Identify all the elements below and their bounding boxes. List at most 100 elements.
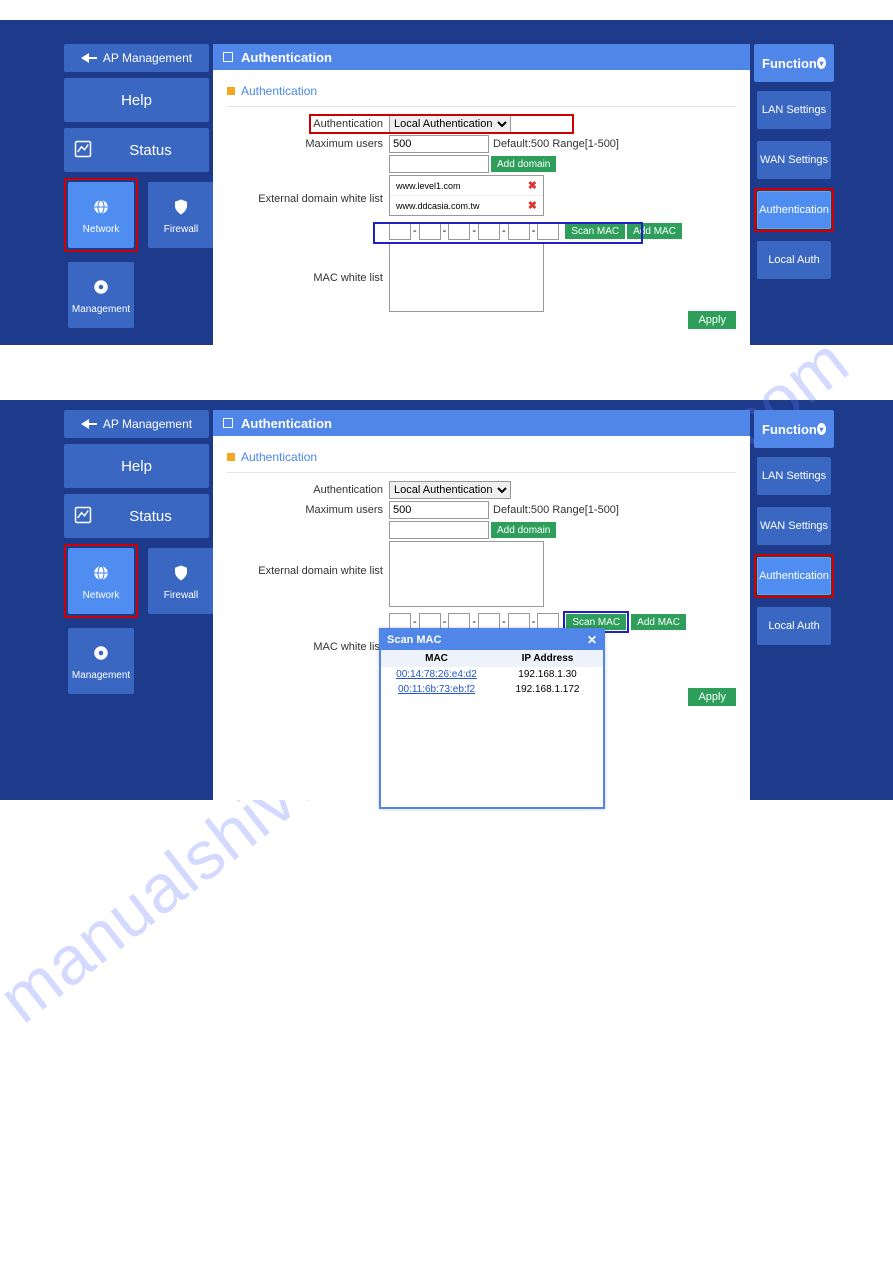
wan-settings-button[interactable]: WAN Settings: [757, 141, 831, 179]
local-auth-button[interactable]: Local Auth: [757, 241, 831, 279]
mac-whitelist-box: [389, 242, 544, 312]
whitelist-label: External domain white list: [227, 175, 389, 205]
arrow-left-icon: [81, 419, 97, 429]
help-button[interactable]: Help: [64, 444, 209, 488]
title-square-icon: [223, 418, 233, 428]
close-icon[interactable]: ✕: [587, 633, 597, 647]
chart-icon: [74, 506, 92, 527]
scan-result-row: 00:11:6b:73:eb:f2 192.168.1.172: [381, 682, 603, 697]
lan-settings-button[interactable]: LAN Settings: [757, 457, 831, 495]
domain-input[interactable]: [389, 521, 489, 539]
domain-whitelist-box: www.level1.com ✖ www.ddcasia.com.tw ✖: [389, 175, 544, 216]
firewall-tile[interactable]: Firewall: [148, 182, 214, 248]
status-label: Status: [102, 142, 199, 159]
delete-domain-icon[interactable]: ✖: [528, 179, 537, 192]
max-users-label: Maximum users: [227, 504, 389, 516]
mac-whitelist-label: MAC white list: [227, 635, 389, 653]
ap-management-button[interactable]: AP Management: [64, 44, 209, 72]
max-users-hint: Default:500 Range[1-500]: [493, 138, 619, 150]
title-square-icon: [223, 52, 233, 62]
mac-input-row: - - - - - Scan MAC Add MAC: [389, 222, 682, 240]
gear-icon: [90, 642, 112, 664]
function-label: Function: [762, 56, 817, 71]
management-tile[interactable]: Management: [68, 628, 134, 694]
page-title-bar: Authentication: [213, 44, 750, 70]
globe-icon: [90, 196, 112, 218]
mac-octet-input[interactable]: [389, 222, 411, 240]
firewall-label: Firewall: [164, 590, 198, 601]
add-domain-button[interactable]: Add domain: [491, 156, 556, 172]
mac-octet-input[interactable]: [537, 222, 559, 240]
management-label: Management: [72, 670, 130, 681]
domain-text: www.level1.com: [396, 181, 461, 191]
add-mac-button[interactable]: Add MAC: [627, 223, 682, 239]
add-domain-button[interactable]: Add domain: [491, 522, 556, 538]
whitelist-label: External domain white list: [227, 541, 389, 577]
popup-header-row: MAC IP Address: [381, 650, 603, 667]
firewall-tile[interactable]: Firewall: [148, 548, 214, 614]
help-button[interactable]: Help: [64, 78, 209, 122]
mac-octet-input[interactable]: [508, 222, 530, 240]
auth-select[interactable]: Local Authentication: [389, 115, 511, 133]
domain-item: www.ddcasia.com.tw ✖: [390, 196, 543, 215]
mac-whitelist-label: MAC white list: [227, 242, 389, 284]
page-title-bar: Authentication: [213, 410, 750, 436]
network-tile[interactable]: Network: [68, 182, 134, 248]
section-bullet-icon: [227, 453, 235, 461]
section-title: Authentication: [227, 80, 736, 107]
apply-button[interactable]: Apply: [688, 311, 736, 329]
shield-icon: [170, 196, 192, 218]
scan-mac-button[interactable]: Scan MAC: [565, 223, 625, 239]
help-label: Help: [121, 458, 152, 475]
arrow-left-icon: [81, 53, 97, 63]
scan-result-row: 00:14:78:26:e4:d2 192.168.1.30: [381, 667, 603, 682]
function-label: Function: [762, 422, 817, 437]
scan-mac-popup: Scan MAC ✕ MAC IP Address 00:14:78:26:e4…: [379, 628, 605, 809]
lan-settings-button[interactable]: LAN Settings: [757, 91, 831, 129]
function-button[interactable]: Function ▾: [754, 410, 834, 448]
domain-input[interactable]: [389, 155, 489, 173]
domain-text: www.ddcasia.com.tw: [396, 201, 480, 211]
ap-mgmt-label: AP Management: [103, 417, 192, 431]
ip-value: 192.168.1.30: [492, 667, 603, 682]
local-auth-button[interactable]: Local Auth: [757, 607, 831, 645]
section-label: Authentication: [241, 450, 317, 464]
col-mac: MAC: [381, 650, 492, 667]
function-button[interactable]: Function ▾: [754, 44, 834, 82]
mac-octet-input[interactable]: [478, 222, 500, 240]
section-bullet-icon: [227, 87, 235, 95]
ap-management-button[interactable]: AP Management: [64, 410, 209, 438]
mac-link[interactable]: 00:11:6b:73:eb:f2: [398, 684, 475, 695]
mac-octet-input[interactable]: [419, 222, 441, 240]
col-ip: IP Address: [492, 650, 603, 667]
ip-value: 192.168.1.172: [492, 682, 603, 697]
status-button[interactable]: Status: [64, 128, 209, 172]
authentication-button[interactable]: Authentication: [757, 191, 831, 229]
network-tile[interactable]: Network: [68, 548, 134, 614]
page-title: Authentication: [241, 416, 332, 431]
max-users-input[interactable]: [389, 501, 489, 519]
firewall-label: Firewall: [164, 224, 198, 235]
chevron-down-icon: ▾: [817, 57, 826, 69]
chevron-down-icon: ▾: [817, 423, 826, 435]
add-mac-button[interactable]: Add MAC: [631, 614, 686, 630]
mac-octet-input[interactable]: [448, 222, 470, 240]
popup-title: Scan MAC: [387, 634, 441, 646]
status-label: Status: [102, 508, 199, 525]
max-users-input[interactable]: [389, 135, 489, 153]
wan-settings-button[interactable]: WAN Settings: [757, 507, 831, 545]
apply-button[interactable]: Apply: [688, 688, 736, 706]
authentication-button[interactable]: Authentication: [757, 557, 831, 595]
auth-select[interactable]: Local Authentication: [389, 481, 511, 499]
auth-label: Authentication: [227, 484, 389, 496]
shield-icon: [170, 562, 192, 584]
globe-icon: [90, 562, 112, 584]
status-button[interactable]: Status: [64, 494, 209, 538]
delete-domain-icon[interactable]: ✖: [528, 199, 537, 212]
max-users-label: Maximum users: [227, 138, 389, 150]
section-title: Authentication: [227, 446, 736, 473]
mac-link[interactable]: 00:14:78:26:e4:d2: [396, 669, 477, 680]
page-title: Authentication: [241, 50, 332, 65]
management-tile[interactable]: Management: [68, 262, 134, 328]
ap-mgmt-label: AP Management: [103, 51, 192, 65]
